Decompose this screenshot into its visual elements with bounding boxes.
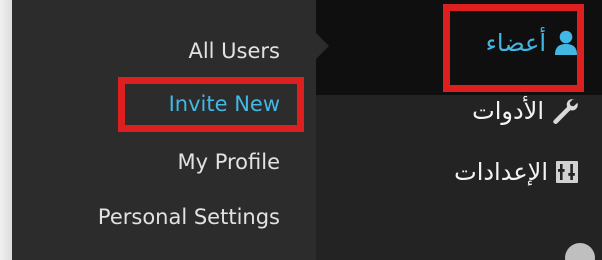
- sidebar-item-tools[interactable]: الأدوات: [472, 97, 578, 125]
- submenu-pointer: [316, 33, 329, 59]
- submenu-item-my-profile[interactable]: My Profile: [177, 150, 280, 174]
- sidebar-item-settings-label: الإعدادات: [454, 158, 548, 186]
- submenu-item-all-users[interactable]: All Users: [188, 39, 280, 63]
- page-edge: [0, 0, 12, 260]
- wrench-icon: [552, 98, 578, 124]
- submenu-item-personal-settings[interactable]: Personal Settings: [98, 205, 280, 229]
- settings-sliders-icon: [556, 161, 578, 183]
- users-icon: [554, 30, 578, 56]
- admin-menu-screenshot: All Users Invite New My Profile Personal…: [0, 0, 602, 260]
- sidebar-item-settings[interactable]: الإعدادات: [454, 158, 578, 186]
- sidebar-item-users-label: أعضاء: [485, 29, 546, 57]
- sidebar-item-users[interactable]: أعضاء: [486, 29, 578, 57]
- submenu-item-invite-new[interactable]: Invite New: [169, 92, 280, 116]
- sidebar-item-tools-label: الأدوات: [472, 97, 544, 125]
